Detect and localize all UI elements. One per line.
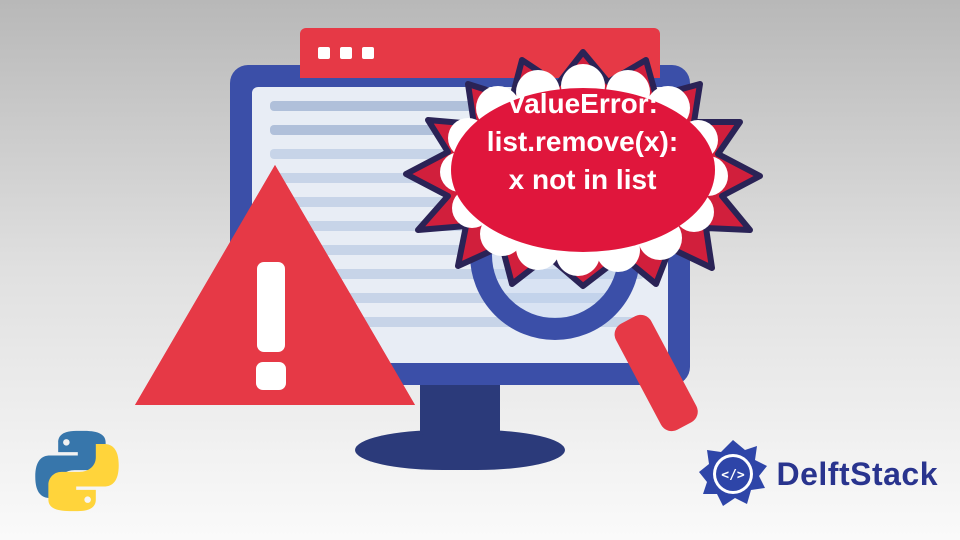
monitor-stand-base	[355, 430, 565, 470]
browser-header	[300, 28, 660, 78]
delftstack-branding: </> DelftStack	[697, 438, 939, 510]
monitor-stand-neck	[420, 380, 500, 435]
python-logo-icon	[32, 426, 122, 516]
exclamation-bar	[257, 262, 285, 352]
brand-name: DelftStack	[777, 456, 939, 493]
window-dot	[340, 47, 352, 59]
error-line-3: x not in list	[509, 164, 657, 195]
window-dot	[362, 47, 374, 59]
window-dot	[318, 47, 330, 59]
svg-text:</>: </>	[721, 468, 745, 483]
exclamation-dot	[256, 362, 286, 390]
delftstack-logo-icon: </>	[697, 438, 769, 510]
error-line-1: ValueError:	[507, 88, 658, 119]
error-message: ValueError: list.remove(x): x not in lis…	[430, 85, 735, 198]
error-line-2: list.remove(x):	[487, 126, 678, 157]
